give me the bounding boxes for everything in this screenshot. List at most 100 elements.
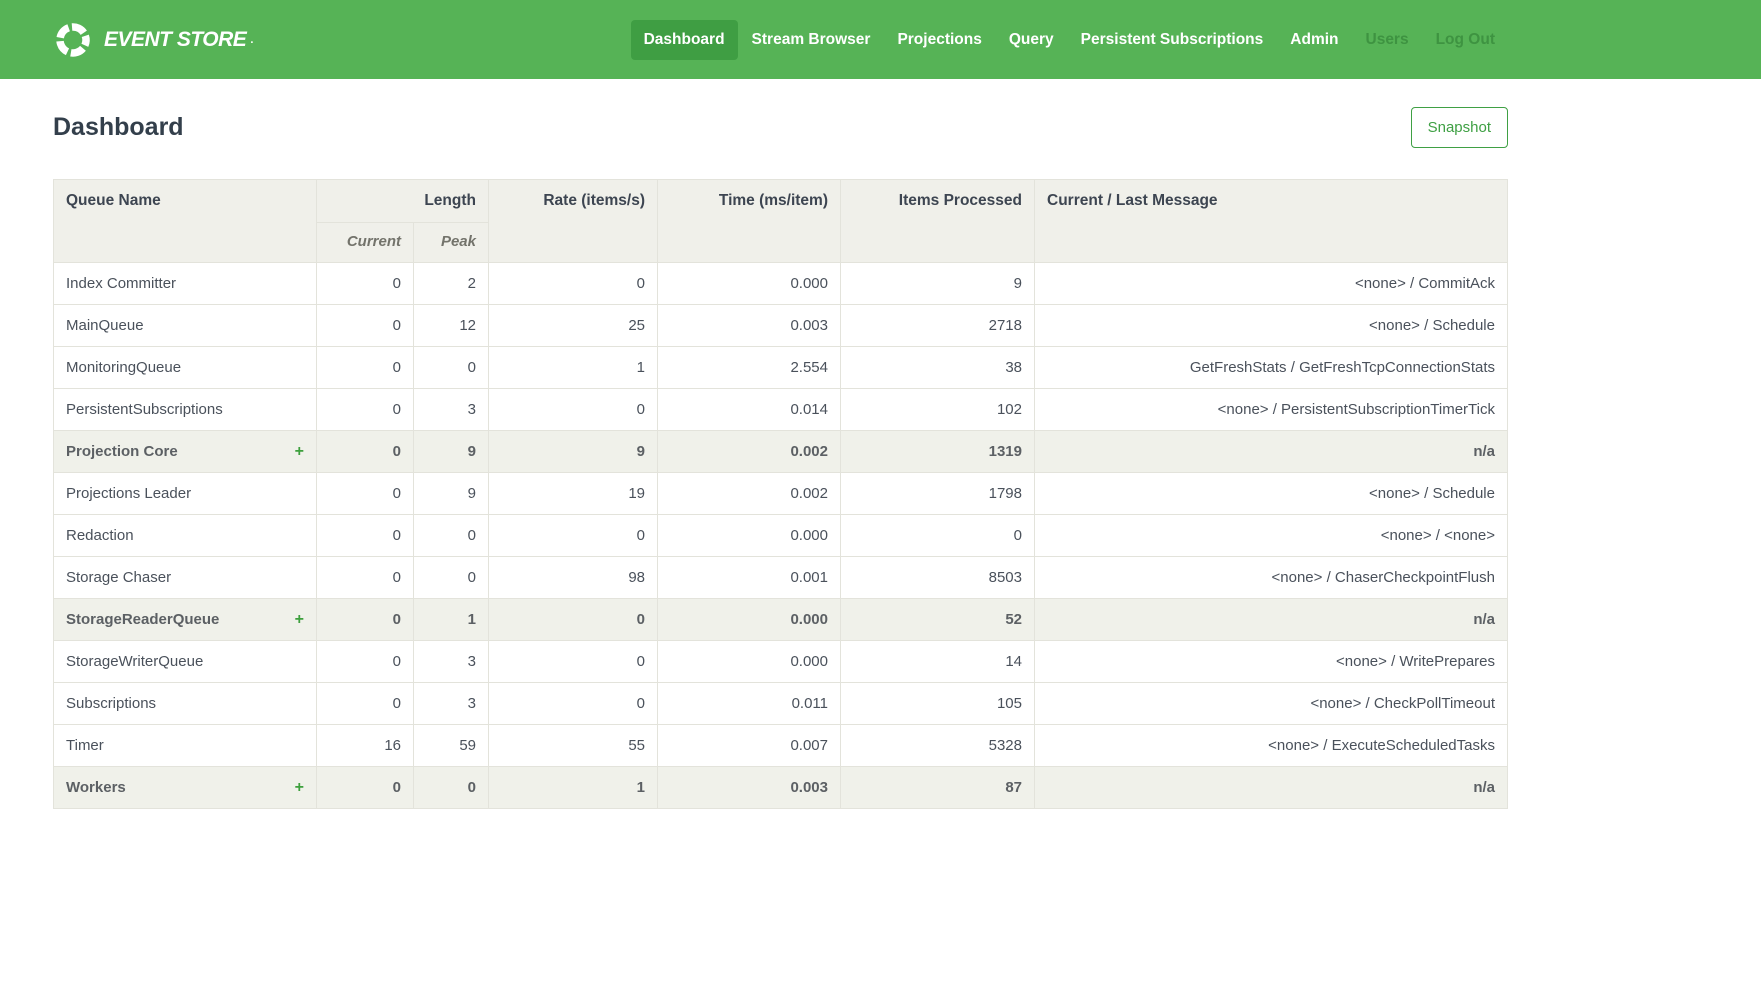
expand-plus-icon[interactable]: + bbox=[295, 780, 304, 796]
length-peak-value: 12 bbox=[414, 305, 489, 347]
time-value: 0.000 bbox=[658, 263, 841, 305]
nav-container: EVENT STORE . DashboardStream BrowserPro… bbox=[53, 20, 1508, 60]
queue-name: Projection Core bbox=[66, 443, 178, 460]
length-current-value: 0 bbox=[317, 641, 414, 683]
queue-row: Projections Leader 0 9 19 0.002 1798 <no… bbox=[54, 473, 1508, 515]
length-peak-value: 2 bbox=[414, 263, 489, 305]
expand-plus-icon[interactable]: + bbox=[295, 444, 304, 460]
queue-name: MonitoringQueue bbox=[66, 359, 181, 376]
rate-value: 98 bbox=[489, 557, 658, 599]
queue-row: MainQueue 0 12 25 0.003 2718 <none> / Sc… bbox=[54, 305, 1508, 347]
rate-value: 55 bbox=[489, 725, 658, 767]
nav-item-stream-browser[interactable]: Stream Browser bbox=[739, 20, 884, 60]
rate-value: 19 bbox=[489, 473, 658, 515]
length-peak-value: 3 bbox=[414, 641, 489, 683]
queue-name: Redaction bbox=[66, 527, 134, 544]
time-value: 0.003 bbox=[658, 305, 841, 347]
col-header-length: Length bbox=[317, 180, 489, 223]
brand[interactable]: EVENT STORE . bbox=[53, 20, 253, 60]
length-peak-value: 3 bbox=[414, 683, 489, 725]
nav-menu: DashboardStream BrowserProjectionsQueryP… bbox=[630, 20, 1508, 60]
last-message-value: <none> / <none> bbox=[1035, 515, 1508, 557]
queue-name: StorageWriterQueue bbox=[66, 653, 203, 670]
time-value: 0.001 bbox=[658, 557, 841, 599]
length-peak-value: 0 bbox=[414, 347, 489, 389]
items-processed-value: 5328 bbox=[841, 725, 1035, 767]
nav-item-dashboard[interactable]: Dashboard bbox=[631, 20, 738, 60]
length-current-value: 0 bbox=[317, 389, 414, 431]
queue-name: Projections Leader bbox=[66, 485, 191, 502]
time-value: 0.002 bbox=[658, 473, 841, 515]
items-processed-value: 52 bbox=[841, 599, 1035, 641]
length-current-value: 0 bbox=[317, 347, 414, 389]
expand-plus-icon[interactable]: + bbox=[295, 612, 304, 628]
last-message-value: n/a bbox=[1035, 599, 1508, 641]
items-processed-value: 102 bbox=[841, 389, 1035, 431]
nav-item-users[interactable]: Users bbox=[1353, 20, 1422, 60]
last-message-value: GetFreshStats / GetFreshTcpConnectionSta… bbox=[1035, 347, 1508, 389]
nav-item-query[interactable]: Query bbox=[996, 20, 1067, 60]
items-processed-value: 0 bbox=[841, 515, 1035, 557]
length-current-value: 0 bbox=[317, 305, 414, 347]
rate-value: 0 bbox=[489, 515, 658, 557]
queue-row: PersistentSubscriptions 0 3 0 0.014 102 … bbox=[54, 389, 1508, 431]
top-nav: EVENT STORE . DashboardStream BrowserPro… bbox=[0, 0, 1761, 79]
length-current-value: 0 bbox=[317, 599, 414, 641]
snapshot-button[interactable]: Snapshot bbox=[1411, 107, 1508, 148]
length-current-value: 0 bbox=[317, 767, 414, 809]
col-header-current: Current bbox=[317, 223, 414, 263]
time-value: 0.003 bbox=[658, 767, 841, 809]
queue-row: StorageWriterQueue 0 3 0 0.000 14 <none>… bbox=[54, 641, 1508, 683]
queue-name: StorageReaderQueue bbox=[66, 611, 219, 628]
time-value: 0.014 bbox=[658, 389, 841, 431]
queues-table: Queue Name Length Rate (items/s) Time (m… bbox=[53, 179, 1508, 809]
length-peak-value: 59 bbox=[414, 725, 489, 767]
last-message-value: <none> / ChaserCheckpointFlush bbox=[1035, 557, 1508, 599]
last-message-value: <none> / ExecuteScheduledTasks bbox=[1035, 725, 1508, 767]
col-header-rate: Rate (items/s) bbox=[489, 180, 658, 263]
last-message-value: <none> / Schedule bbox=[1035, 305, 1508, 347]
length-peak-value: 1 bbox=[414, 599, 489, 641]
items-processed-value: 1798 bbox=[841, 473, 1035, 515]
rate-value: 25 bbox=[489, 305, 658, 347]
nav-item-admin[interactable]: Admin bbox=[1277, 20, 1351, 60]
length-peak-value: 9 bbox=[414, 473, 489, 515]
nav-item-log-out[interactable]: Log Out bbox=[1423, 20, 1508, 60]
items-processed-value: 14 bbox=[841, 641, 1035, 683]
col-header-items-processed: Items Processed bbox=[841, 180, 1035, 263]
length-current-value: 0 bbox=[317, 683, 414, 725]
items-processed-value: 1319 bbox=[841, 431, 1035, 473]
rate-value: 1 bbox=[489, 347, 658, 389]
items-processed-value: 87 bbox=[841, 767, 1035, 809]
last-message-value: n/a bbox=[1035, 767, 1508, 809]
items-processed-value: 8503 bbox=[841, 557, 1035, 599]
col-header-peak: Peak bbox=[414, 223, 489, 263]
queue-row: StorageReaderQueue + 0 1 0 0.000 52 n/a bbox=[54, 599, 1508, 641]
page-header: Dashboard Snapshot bbox=[53, 106, 1508, 149]
nav-item-persistent-subscriptions[interactable]: Persistent Subscriptions bbox=[1068, 20, 1277, 60]
queue-row: Storage Chaser 0 0 98 0.001 8503 <none> … bbox=[54, 557, 1508, 599]
queue-name: MainQueue bbox=[66, 317, 144, 334]
queues-table-head: Queue Name Length Rate (items/s) Time (m… bbox=[54, 180, 1508, 263]
time-value: 0.000 bbox=[658, 641, 841, 683]
last-message-value: <none> / PersistentSubscriptionTimerTick bbox=[1035, 389, 1508, 431]
rate-value: 0 bbox=[489, 599, 658, 641]
col-header-time: Time (ms/item) bbox=[658, 180, 841, 263]
length-current-value: 0 bbox=[317, 515, 414, 557]
rate-value: 1 bbox=[489, 767, 658, 809]
brand-mark: . bbox=[250, 34, 253, 46]
length-peak-value: 3 bbox=[414, 389, 489, 431]
queue-name: Subscriptions bbox=[66, 695, 156, 712]
nav-item-projections[interactable]: Projections bbox=[884, 20, 994, 60]
length-peak-value: 0 bbox=[414, 515, 489, 557]
time-value: 2.554 bbox=[658, 347, 841, 389]
time-value: 0.007 bbox=[658, 725, 841, 767]
last-message-value: <none> / Schedule bbox=[1035, 473, 1508, 515]
rate-value: 0 bbox=[489, 641, 658, 683]
last-message-value: n/a bbox=[1035, 431, 1508, 473]
time-value: 0.000 bbox=[658, 515, 841, 557]
queue-row: Index Committer 0 2 0 0.000 9 <none> / C… bbox=[54, 263, 1508, 305]
length-current-value: 0 bbox=[317, 557, 414, 599]
queue-name: Storage Chaser bbox=[66, 569, 171, 586]
length-current-value: 0 bbox=[317, 263, 414, 305]
